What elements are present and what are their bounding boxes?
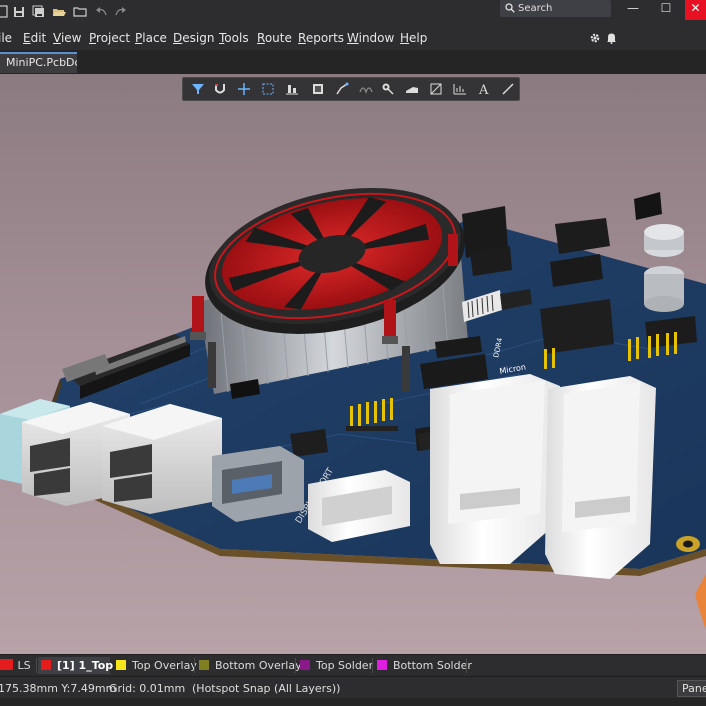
text-icon[interactable]: A — [477, 82, 491, 96]
layer-tab-bottom-overlay[interactable]: Bottom Overlay — [199, 657, 302, 674]
mounting-hole-center — [683, 540, 693, 548]
layer-swatch — [300, 660, 310, 670]
layer-tab-1-top[interactable]: [1] 1_Top — [38, 657, 113, 674]
status-bar: 175.38mm Y:7.49mm Grid: 0.01mm (Hotspot … — [0, 676, 706, 698]
rj45-jack-2 — [102, 404, 222, 514]
bottom-strip — [0, 698, 706, 706]
sfp-connector-1 — [430, 374, 560, 564]
search-icon — [505, 3, 515, 13]
close-button[interactable]: ✕ — [685, 0, 706, 20]
file-icon[interactable] — [0, 5, 10, 19]
menu-tools[interactable]: Tools — [219, 31, 249, 45]
layer-swatch — [116, 660, 126, 670]
snap-mode: (Hotspot Snap (All Layers)) — [192, 682, 341, 695]
menu-reports[interactable]: Reports — [298, 31, 344, 45]
layer-divider — [295, 658, 296, 673]
layer-divider — [36, 658, 37, 673]
minimize-button[interactable]: — — [620, 0, 646, 17]
menu-edit[interactable]: Edit — [23, 31, 46, 45]
layer-divider — [194, 658, 195, 673]
layer-swatch — [41, 660, 51, 670]
layer-swatch — [199, 660, 209, 670]
document-tab-strip: MiniPC.PcbDoc — [0, 50, 706, 74]
altium-window: Search — ☐ ✕ ile Edit View Project Place… — [0, 0, 706, 706]
undo-icon[interactable] — [94, 5, 108, 19]
menu-route[interactable]: Route — [257, 31, 292, 45]
route-magnet-icon[interactable] — [213, 82, 227, 96]
line-icon[interactable] — [501, 82, 515, 96]
title-bar: Search — ☐ ✕ — [0, 0, 706, 26]
layer-divider — [466, 658, 467, 673]
menu-view[interactable]: View — [53, 31, 81, 45]
dimension-icon[interactable] — [453, 82, 467, 96]
save-all-icon[interactable] — [32, 5, 46, 19]
layer-tabs-bar: LS [1] 1_Top Top Overlay Bottom Overlay … — [0, 654, 706, 675]
folder-icon[interactable] — [73, 5, 87, 19]
menu-help[interactable]: Help — [400, 31, 427, 45]
layer-tab-top-solder[interactable]: Top Solder — [300, 657, 373, 674]
svg-text:A: A — [478, 83, 489, 96]
align-icon[interactable] — [285, 82, 299, 96]
interactive-route-icon[interactable] — [335, 82, 349, 96]
crosshair-icon[interactable] — [237, 82, 251, 96]
bell-icon[interactable] — [606, 32, 617, 44]
layer-divider — [372, 658, 373, 673]
open-folder-icon[interactable] — [52, 5, 66, 19]
menu-window[interactable]: Window — [347, 31, 394, 45]
menu-project[interactable]: Project — [89, 31, 130, 45]
component-icon[interactable] — [311, 82, 325, 96]
panels-button[interactable]: Panels — [677, 680, 706, 697]
grid-size: Grid: 0.01mm — [109, 682, 186, 695]
orange-highlight — [695, 574, 706, 630]
usb-connector — [212, 446, 304, 522]
maximize-button[interactable]: ☐ — [652, 0, 680, 17]
gear-icon[interactable] — [589, 32, 601, 44]
polygon-icon[interactable] — [429, 82, 443, 96]
save-icon[interactable] — [12, 5, 26, 19]
menu-place[interactable]: Place — [135, 31, 167, 45]
active-bar-toolbar: A — [182, 77, 520, 101]
tab-label: MiniPC.PcbDoc — [6, 56, 77, 69]
cursor-coordinates: 175.38mm Y:7.49mm — [0, 682, 117, 695]
layer-tab-bottom-solder[interactable]: Bottom Solder — [377, 657, 472, 674]
menu-design[interactable]: Design — [173, 31, 214, 45]
select-rect-icon[interactable] — [261, 82, 275, 96]
board-3d-render: Micron DISPLAY PORT DDR4 — [0, 187, 706, 630]
tab-minipc-pcbdoc[interactable]: MiniPC.PcbDoc — [0, 52, 77, 73]
menu-bar: ile Edit View Project Place Design Tools… — [0, 26, 706, 50]
layer-tab-top-overlay[interactable]: Top Overlay — [116, 657, 197, 674]
dc-jack — [634, 192, 662, 220]
search-placeholder: Search — [518, 3, 553, 14]
layer-swatch — [377, 660, 387, 670]
fill-icon[interactable] — [405, 82, 419, 96]
search-input[interactable]: Search — [500, 0, 611, 17]
redo-icon[interactable] — [114, 5, 128, 19]
layer-set-button[interactable]: LS — [15, 657, 33, 674]
sfp-connector-2 — [545, 376, 656, 579]
filter-icon[interactable] — [191, 82, 205, 96]
via-icon[interactable] — [381, 82, 395, 96]
layer-color-swatch[interactable] — [0, 659, 13, 670]
capacitors — [644, 224, 684, 312]
diff-pair-icon[interactable] — [359, 82, 373, 96]
menu-file[interactable]: ile — [0, 31, 12, 45]
pcb-3d-viewport[interactable]: Micron DISPLAY PORT DDR4 — [0, 74, 706, 654]
